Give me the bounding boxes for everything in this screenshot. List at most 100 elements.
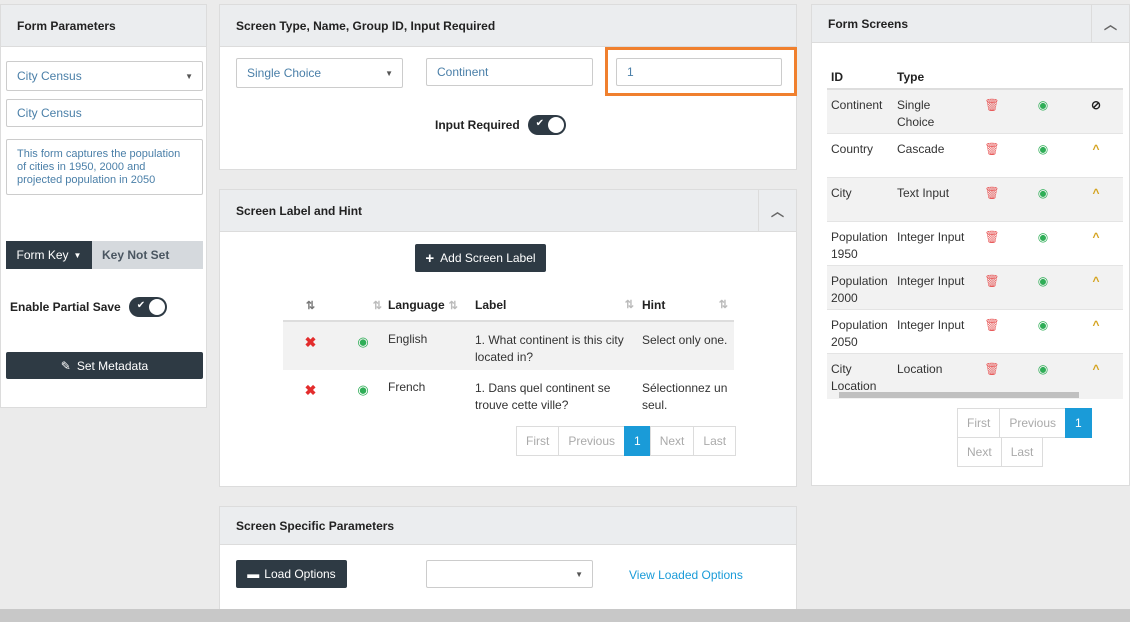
load-options-label: Load Options [264,567,336,581]
table-row: ✖ ◉ English 1. What continent is this ci… [283,321,734,370]
input-required-label: Input Required [435,118,520,132]
form-description-text: This form captures the population of cit… [17,148,181,186]
chevron-up-icon[interactable]: ︿ [1091,5,1129,42]
view-loaded-options-link[interactable]: View Loaded Options [629,568,743,582]
chevron-up-icon[interactable]: ^ [1069,309,1123,353]
trash-icon[interactable]: 🗑 [967,221,1017,265]
horizontal-scrollbar[interactable] [827,390,1123,399]
row-id: City [831,185,852,200]
row-language: English [388,332,428,346]
set-metadata-button[interactable]: ✎ Set Metadata [6,352,203,379]
eye-icon[interactable]: ◉ [1017,89,1069,133]
form-key-button[interactable]: Form Key ▼ [6,241,92,269]
input-required-toggle[interactable]: ✔ [527,115,566,135]
panel-title: Form Screens ︿ [812,5,1129,43]
chevron-up-icon[interactable]: ^ [1069,221,1123,265]
caret-down-icon: ▼ [575,569,583,579]
pager-previous[interactable]: Previous [558,426,626,456]
form-parameters-panel: Form Parameters City Census ▼ City Censu… [0,4,207,408]
label-pagination: First Previous 1 Next Last [516,426,737,456]
chevron-up-icon[interactable]: ︿ [758,190,796,231]
chevron-up-icon[interactable]: ^ [1069,177,1123,221]
screens-pagination: First Previous 1 [957,408,1092,438]
sort-icon[interactable]: ⇅ [338,290,388,321]
table-header-row: ID Type [827,65,1123,89]
caret-down-icon: ▼ [185,71,193,81]
paperclip-icon: ✎ [60,358,71,373]
pager-page[interactable]: 1 [624,426,651,456]
trash-icon[interactable]: 🗑 [967,177,1017,221]
pager-previous[interactable]: Previous [999,408,1067,438]
page-horizontal-scrollbar[interactable] [0,609,1130,622]
row-type: Cascade [897,141,945,156]
ban-icon[interactable]: ⊘ [1069,89,1123,133]
options-select[interactable]: ▼ [426,560,593,588]
column-language[interactable]: Language ⇅ [388,290,475,321]
eye-icon[interactable]: ◉ [1017,221,1069,265]
trash-icon[interactable]: 🗑 [967,133,1017,177]
screen-label-table: ⇅ ⇅ Language ⇅ Label ⇅ Hint ⇅ ✖ ◉ English 1… [283,290,734,418]
screen-type-value: Single Choice [247,66,322,80]
pager-next[interactable]: Next [957,437,1002,467]
form-screens-panel: Form Screens ︿ ID Type Continent Single C… [811,4,1130,486]
screen-params-panel: Screen Specific Parameters ▬ Load Option… [219,506,797,616]
eye-icon[interactable]: ◉ [338,370,388,418]
caret-down-icon: ▼ [73,250,82,260]
row-type: Integer Input [897,273,965,288]
row-id: Population 1950 [831,229,888,261]
eye-icon[interactable]: ◉ [1017,133,1069,177]
form-description-textarea[interactable]: This form captures the population of cit… [6,139,203,195]
load-options-button[interactable]: ▬ Load Options [236,560,347,588]
add-screen-label-text: Add Screen Label [440,251,536,265]
form-key-row: Form Key ▼ Key Not Set [6,241,203,269]
delete-icon[interactable]: ✖ [283,370,338,418]
trash-icon[interactable]: 🗑 [967,89,1017,133]
trash-icon[interactable]: 🗑 [967,265,1017,309]
eye-icon[interactable]: ◉ [338,321,388,370]
pager-page[interactable]: 1 [1065,408,1092,438]
row-type: Single Choice [897,98,935,129]
eye-icon[interactable]: ◉ [1017,265,1069,309]
row-type: Integer Input [897,229,965,244]
table-row: Population 2000 Integer Input 🗑 ◉ ^ [827,265,1123,309]
table-row: City Text Input 🗑 ◉ ^ [827,177,1123,221]
row-label: 1. What continent is this city located i… [475,333,624,364]
panel-title: Screen Specific Parameters [220,507,796,545]
screen-name-input[interactable]: Continent [426,58,593,86]
chevron-up-icon[interactable]: ^ [1069,265,1123,309]
table-row: ✖ ◉ French 1. Dans quel continent se tro… [283,370,734,418]
column-hint[interactable]: Hint ⇅ [642,290,734,321]
screen-type-select[interactable]: Single Choice ▼ [236,58,403,88]
eye-icon[interactable]: ◉ [1017,177,1069,221]
delete-icon[interactable]: ✖ [283,321,338,370]
row-language: French [388,380,426,394]
column-type: Type [897,69,925,84]
chevron-up-icon[interactable]: ^ [1069,133,1123,177]
pager-last[interactable]: Last [693,426,737,456]
table-row: Continent Single Choice 🗑 ◉ ⊘ [827,89,1123,133]
caret-down-icon: ▼ [385,68,393,78]
row-id: Population 2000 [831,273,888,305]
pager-first[interactable]: First [957,408,1001,438]
panel-title-text: Screen Label and Hint [236,203,363,218]
row-type: Integer Input [897,317,965,332]
row-hint: Sélectionnez un seul. [642,381,728,412]
group-id-input[interactable]: 1 [616,58,782,86]
form-screens-table: ID Type Continent Single Choice 🗑 ◉ ⊘ Country… [827,65,1123,397]
add-screen-label-button[interactable]: + Add Screen Label [415,244,546,272]
pager-first[interactable]: First [516,426,560,456]
form-select[interactable]: City Census ▼ [6,61,203,91]
plus-icon: + [425,249,435,267]
scrollbar-thumb[interactable] [839,392,1079,398]
pager-next[interactable]: Next [649,426,695,456]
table-row: Country Cascade 🗑 ◉ ^ [827,133,1123,177]
trash-icon[interactable]: 🗑 [967,309,1017,353]
partial-save-toggle[interactable]: ✔ [128,297,167,317]
form-name-input[interactable]: City Census [6,99,203,127]
table-row: Population 2050 Integer Input 🗑 ◉ ^ [827,309,1123,353]
eye-icon[interactable]: ◉ [1017,309,1069,353]
column-label[interactable]: Label ⇅ [475,290,642,321]
table-header-row: ⇅ ⇅ Language ⇅ Label ⇅ Hint ⇅ [283,290,734,321]
sort-icon[interactable]: ⇅ [283,290,338,321]
pager-last[interactable]: Last [1000,437,1044,467]
